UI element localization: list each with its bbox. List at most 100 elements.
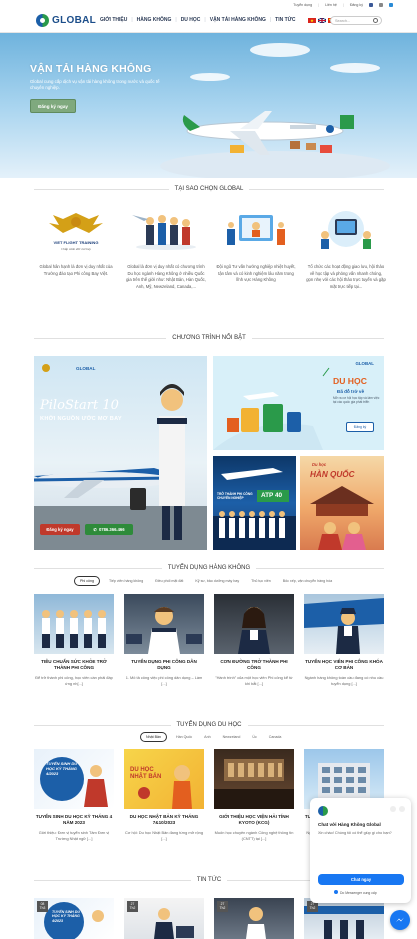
messenger-launcher-icon[interactable] xyxy=(390,910,410,930)
korea-program-banner[interactable]: Du học HÀN QUỐC xyxy=(300,456,384,550)
chat-footer: Do Messenger cung cấp xyxy=(334,890,377,895)
article-title[interactable]: TUYỂN SINH DU HỌC KỲ THÁNG 4 NĂM 2023 xyxy=(34,814,114,827)
female-pilot-photo xyxy=(238,607,270,654)
pilots-group-photo xyxy=(42,610,106,648)
study-register-button[interactable]: Đăng ký xyxy=(346,422,374,432)
section-heading-aviation-jobs: TUYỂN DỤNG HÀNG KHÔNG xyxy=(34,565,384,571)
article-excerpt: Muốn học chuyên ngành Công nghệ thông ti… xyxy=(214,829,294,841)
news-image: TUYỂN SINH DU HỌC KỲ THÁNG 4/2023 08 Th3 xyxy=(34,898,114,939)
article-card[interactable]: DU HỌC NHẬT BẢN DU HỌC NHẬT BẢN KỲ THÁNG… xyxy=(124,749,204,842)
section-title: TUYỂN DỤNG HÀNG KHÔNG xyxy=(167,565,251,571)
article-card[interactable]: TIÊU CHUẨN SỨC KHỎE TRỞ THÀNH PHI CÔNG Đ… xyxy=(34,594,114,687)
site-logo[interactable]: GLOBAL xyxy=(36,14,96,27)
search-icon[interactable] xyxy=(373,18,378,23)
study-abroad-banner[interactable]: GLOBAL DU HỌC Đã đỗ trở về Mở ra cơ hội … xyxy=(213,356,384,450)
search-input[interactable]: Search... xyxy=(330,16,382,25)
more-options-icon[interactable] xyxy=(390,806,396,812)
study-country-tabs: Nhật Bản Hàn Quốc Anh Newzeland Úc Canad… xyxy=(140,732,417,742)
pilot-banner-title: PiloStart 10 xyxy=(40,398,119,413)
tab-japan[interactable]: Nhật Bản xyxy=(140,732,167,742)
news-cards: TUYỂN SINH DU HỌC KỲ THÁNG 4/2023 08 Th3 … xyxy=(34,898,384,939)
pilot-phone-button[interactable]: ✆ 0786.366.466 xyxy=(85,524,133,535)
article-title[interactable]: TUYỂN DỤNG PHI CÔNG DÂN DỤNG xyxy=(124,659,204,672)
news-card[interactable]: 27 Th2 xyxy=(304,898,384,939)
tab-ground-dispatch[interactable]: Điều phối mặt đất xyxy=(152,577,186,585)
main-nav: GIỚI THIỆU | HÀNG KHÔNG | DU HỌC | VẬN T… xyxy=(100,17,295,23)
vft-logo-icon xyxy=(42,364,50,372)
pilot-airplane-photo xyxy=(304,598,384,654)
article-title[interactable]: CƠN ĐƯỜNG TRỞ THÀNH PHI CÔNG xyxy=(214,659,294,672)
enrollment-poster-art xyxy=(40,757,108,807)
study-banner-description: Mở ra cơ hội học tập và làm việc tại các… xyxy=(333,396,380,405)
vietnam-flag-icon[interactable] xyxy=(308,18,316,23)
date-month: Th3 xyxy=(39,906,46,911)
tab-aircraft-engineer[interactable]: Kỹ sư, bảo dưỡng máy bay xyxy=(192,577,242,585)
article-card[interactable]: TUYỂN DỤNG PHI CÔNG DÂN DỤNG 1. Mô tả cô… xyxy=(124,594,204,687)
topbar-link-recruitment[interactable]: Tuyển dụng xyxy=(293,3,312,7)
atp-banner-label: TRỞ THÀNH PHI CÔNG CHUYÊN NGHIỆP xyxy=(217,492,253,501)
facebook-icon[interactable] xyxy=(369,2,373,7)
topbar-link-register[interactable]: Đăng ký xyxy=(350,3,363,7)
nav-item-aviation[interactable]: HÀNG KHÔNG xyxy=(137,17,172,23)
tab-check-in-agent[interactable]: Thủ tục viên xyxy=(248,577,274,585)
tab-canada[interactable]: Canada xyxy=(266,733,285,741)
why-card: Tổ chức các hoạt động giao lưu, hội thảo… xyxy=(306,200,386,290)
section-heading-programs: CHƯƠNG TRÌNH NỔI BẬT xyxy=(34,335,384,341)
article-card[interactable]: CƠN ĐƯỜNG TRỞ THÀNH PHI CÔNG "Hành trình… xyxy=(214,594,294,687)
heading-divider xyxy=(247,724,385,726)
hero-register-button[interactable]: Đăng ký ngay xyxy=(30,99,76,113)
pilot-program-banner[interactable]: GLOBAL PiloStart 10 KHỞI NGUỒN ƯỚC MƠ BA… xyxy=(34,356,207,550)
tab-new-zealand[interactable]: Newzeland xyxy=(220,733,244,741)
nav-item-about[interactable]: GIỚI THIỆU xyxy=(100,17,127,23)
article-image xyxy=(304,594,384,654)
zalo-icon[interactable] xyxy=(389,2,393,7)
why-card-text: Tổ chức các hoạt động giao lưu, hội thảo… xyxy=(306,264,386,289)
minimize-icon[interactable] xyxy=(399,806,405,812)
heading-divider xyxy=(251,337,384,339)
chat-message: Xin chào! Chúng tôi có thể giúp gì cho b… xyxy=(318,831,392,835)
article-card[interactable]: TUYỂN HỌC VIÊN PHI CÔNG KHÓA CƠ BẢN Ngàn… xyxy=(304,594,384,687)
news-card[interactable]: 27 Th2 xyxy=(124,898,204,939)
article-title[interactable]: GIỚI THIỆU HỌC VIỆN HẢI TÍNH KYOTO (KCG) xyxy=(214,814,294,827)
study-banner-title: DU HỌC xyxy=(333,376,367,386)
chat-now-button[interactable]: Chat ngay xyxy=(318,874,404,885)
tab-pilot[interactable]: Phi công xyxy=(74,576,100,586)
nav-item-study-abroad[interactable]: DU HỌC xyxy=(181,17,201,23)
section-title: TIN TỨC xyxy=(196,877,222,883)
date-month: Th2 xyxy=(129,906,136,911)
atp-program-banner[interactable]: TRỞ THÀNH PHI CÔNG CHUYÊN NGHIỆP ATP 40 xyxy=(213,456,296,550)
tab-cargo-handling[interactable]: Bốc xếp, vận chuyển hàng hóa xyxy=(280,577,335,585)
article-card[interactable]: TUYỂN SINH DU HỌC KỲ THÁNG 4/2023 TUYỂN … xyxy=(34,749,114,842)
tab-uk[interactable]: Anh xyxy=(201,733,213,741)
article-excerpt: Ngành hàng không toàn cầu đang có nhu cầ… xyxy=(304,674,384,686)
tab-flight-attendant[interactable]: Tiếp viên hàng không xyxy=(106,577,146,585)
atp-banner-art xyxy=(213,468,296,550)
article-title[interactable]: TUYỂN HỌC VIÊN PHI CÔNG KHÓA CƠ BẢN xyxy=(304,659,384,672)
news-card[interactable]: 27 Th2 xyxy=(214,898,294,939)
topbar-link-contact[interactable]: Liên hệ xyxy=(325,3,337,7)
email-icon[interactable] xyxy=(379,2,383,7)
nav-item-news[interactable]: TIN TỨC xyxy=(275,17,295,23)
chat-avatar xyxy=(318,806,328,816)
cargo-airplane-illustration xyxy=(182,111,354,155)
pilot-register-button[interactable]: Đăng ký ngay xyxy=(40,524,80,535)
cloud-decoration xyxy=(190,73,230,81)
pilot-phone-number: 0786.366.466 xyxy=(98,527,125,532)
tab-korea[interactable]: Hàn Quốc xyxy=(173,733,195,741)
aviation-job-tabs: Phi công Tiếp viên hàng không Điều phối … xyxy=(74,576,374,586)
nav-item-air-cargo[interactable]: VẬN TẢI HÀNG KHÔNG xyxy=(210,17,266,23)
article-card[interactable]: GIỚI THIỆU HỌC VIỆN HẢI TÍNH KYOTO (KCG)… xyxy=(214,749,294,842)
news-card[interactable]: TUYỂN SINH DU HỌC KỲ THÁNG 4/2023 08 Th3 xyxy=(34,898,114,939)
online-consultation-icon xyxy=(227,215,285,245)
article-title[interactable]: TIÊU CHUẨN SỨC KHỎE TRỞ THÀNH PHI CÔNG xyxy=(34,659,114,672)
cloud-decoration xyxy=(330,63,380,73)
article-title[interactable]: DU HỌC NHẬT BẢN KỲ THÁNG 7&10/2023 xyxy=(124,814,204,827)
uk-flag-icon[interactable] xyxy=(318,18,326,23)
section-heading-why: TẠI SAO CHỌN GLOBAL xyxy=(34,186,384,192)
heading-divider xyxy=(34,879,191,881)
news-image: 27 Th2 xyxy=(124,898,204,939)
section-title: TẠI SAO CHỌN GLOBAL xyxy=(174,186,244,192)
article-image xyxy=(214,594,294,654)
nav-separator: | xyxy=(204,17,206,23)
tab-australia[interactable]: Úc xyxy=(249,733,259,741)
